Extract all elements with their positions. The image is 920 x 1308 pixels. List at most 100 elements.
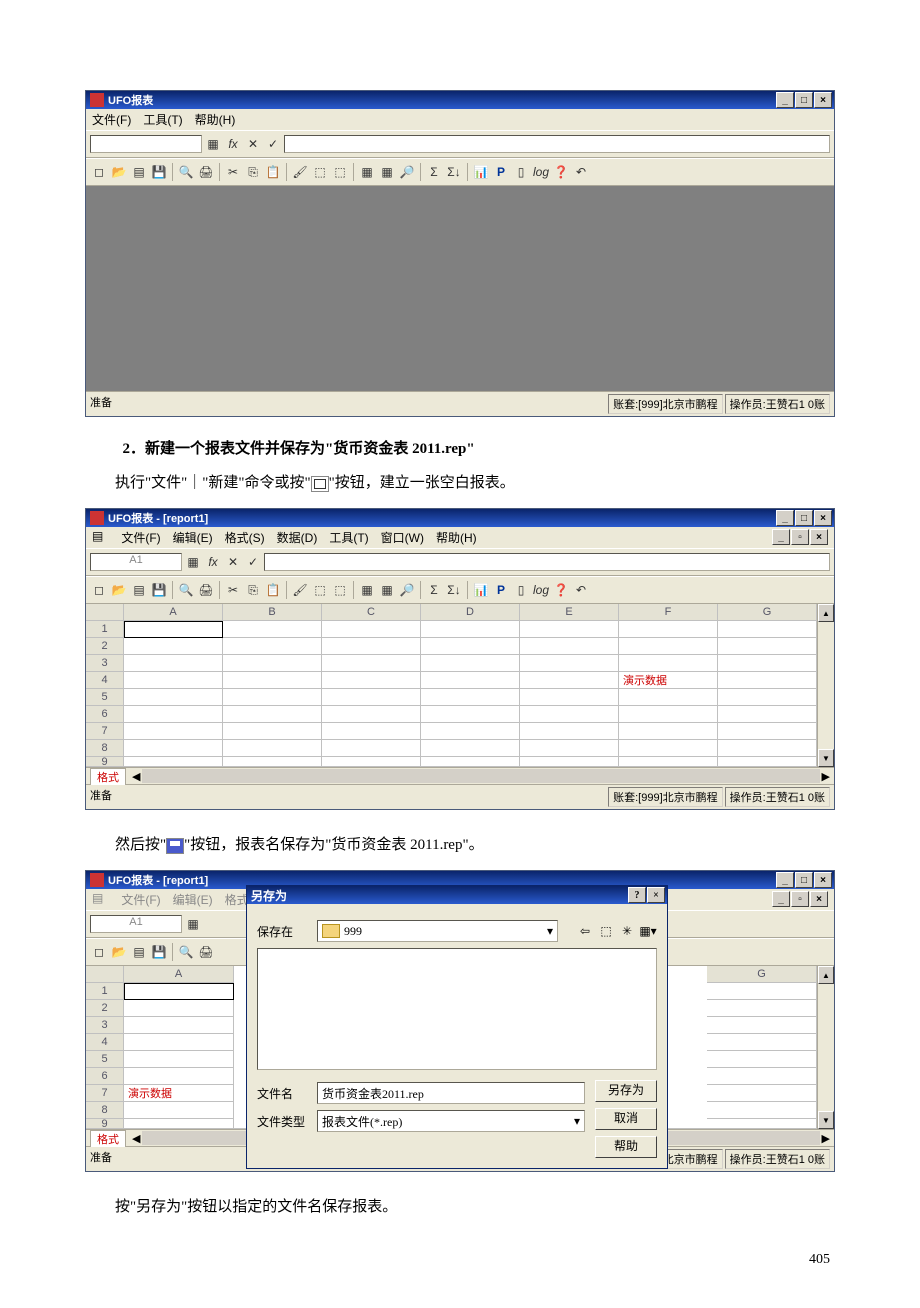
row-header[interactable]: 2 xyxy=(86,1000,124,1017)
cell[interactable] xyxy=(322,706,421,723)
copy-icon[interactable]: ⎘ xyxy=(244,163,262,181)
cell[interactable] xyxy=(520,638,619,655)
cell[interactable] xyxy=(124,723,223,740)
menu-edit[interactable]: 编辑(E) xyxy=(173,529,213,546)
cell[interactable] xyxy=(619,655,718,672)
brush-icon[interactable]: 🖌 xyxy=(291,163,309,181)
menu-help[interactable]: 帮助(H) xyxy=(195,111,236,128)
cut-icon[interactable]: ✂ xyxy=(224,163,242,181)
mdi-minimize-button[interactable]: _ xyxy=(772,891,790,907)
cell[interactable] xyxy=(707,1068,817,1085)
chart-icon[interactable]: 📊 xyxy=(472,163,490,181)
cell[interactable] xyxy=(124,983,234,1000)
cell[interactable] xyxy=(520,706,619,723)
minimize-button[interactable]: _ xyxy=(776,92,794,108)
fx-icon[interactable]: fx xyxy=(224,135,242,153)
cell[interactable] xyxy=(124,621,223,638)
cell[interactable] xyxy=(520,655,619,672)
cell[interactable] xyxy=(322,689,421,706)
mdi-close-button[interactable]: × xyxy=(810,891,828,907)
cell[interactable] xyxy=(124,1017,234,1034)
cell[interactable] xyxy=(707,1119,817,1129)
row-header[interactable]: 9 xyxy=(86,1119,124,1129)
cell[interactable] xyxy=(718,672,817,689)
cell[interactable] xyxy=(223,638,322,655)
col-header[interactable]: D xyxy=(421,604,520,621)
maximize-button[interactable]: □ xyxy=(795,92,813,108)
cell[interactable] xyxy=(421,672,520,689)
cell[interactable] xyxy=(124,672,223,689)
page-icon[interactable]: ▯ xyxy=(512,581,530,599)
cancel-button[interactable]: 取消 xyxy=(595,1108,657,1130)
cell[interactable] xyxy=(421,757,520,767)
sort-icon[interactable]: Σ↓ xyxy=(445,581,463,599)
scroll-right-icon[interactable]: ▶ xyxy=(822,1132,830,1145)
save-icon[interactable]: 💾 xyxy=(150,943,168,961)
file-list[interactable] xyxy=(257,948,657,1070)
menu-file[interactable]: 文件(F) xyxy=(92,111,131,128)
file-type-select[interactable]: 报表文件(*.rep)▾ xyxy=(317,1110,585,1132)
corner-cell[interactable] xyxy=(86,604,124,621)
cell[interactable] xyxy=(619,638,718,655)
cut-icon[interactable]: ✂ xyxy=(224,581,242,599)
cell[interactable] xyxy=(223,723,322,740)
col-header[interactable]: G xyxy=(707,966,817,983)
sort-icon[interactable]: Σ↓ xyxy=(445,163,463,181)
cell[interactable] xyxy=(520,757,619,767)
dialog-help-button[interactable]: 帮助 xyxy=(595,1136,657,1158)
mdi-minimize-button[interactable]: _ xyxy=(772,529,790,545)
cell[interactable] xyxy=(707,1085,817,1102)
row-header[interactable]: 2 xyxy=(86,638,124,655)
cell[interactable] xyxy=(520,621,619,638)
sheet-tab-format[interactable]: 格式 xyxy=(90,1130,126,1147)
chevron-down-icon[interactable]: ▾ xyxy=(574,1114,580,1129)
scrollbar-h[interactable] xyxy=(142,769,819,783)
new-icon[interactable]: ◻ xyxy=(90,943,108,961)
sheet-tab-format[interactable]: 格式 xyxy=(90,768,126,785)
find-icon[interactable]: 🔎 xyxy=(398,581,416,599)
grid-icon[interactable]: ▦ xyxy=(358,163,376,181)
cell[interactable] xyxy=(223,740,322,757)
cell[interactable] xyxy=(619,621,718,638)
mdi-close-button[interactable]: × xyxy=(810,529,828,545)
undo-icon[interactable]: ↶ xyxy=(572,581,590,599)
cell[interactable] xyxy=(223,655,322,672)
cell[interactable] xyxy=(421,706,520,723)
dialog-help-button[interactable]: ? xyxy=(628,887,646,903)
minimize-button[interactable]: _ xyxy=(776,510,794,526)
col-header[interactable]: F xyxy=(619,604,718,621)
row-header[interactable]: 1 xyxy=(86,983,124,1000)
scroll-left-icon[interactable]: ◀ xyxy=(132,1132,140,1145)
back-icon[interactable]: ⇦ xyxy=(576,922,594,940)
cell[interactable] xyxy=(322,655,421,672)
row-header[interactable]: 9 xyxy=(86,757,124,767)
calc-icon[interactable]: ▦ xyxy=(204,135,222,153)
row-header[interactable]: 7 xyxy=(86,1085,124,1102)
cell[interactable] xyxy=(124,689,223,706)
cell[interactable] xyxy=(520,672,619,689)
name-box[interactable]: A1 xyxy=(90,553,182,571)
maximize-button[interactable]: □ xyxy=(795,872,813,888)
confirm-icon[interactable]: ✓ xyxy=(244,553,262,571)
cell[interactable] xyxy=(520,740,619,757)
open-icon[interactable]: 📂 xyxy=(110,163,128,181)
minimize-button[interactable]: _ xyxy=(776,872,794,888)
cell[interactable] xyxy=(619,723,718,740)
row-icon[interactable]: ⬚ xyxy=(331,581,349,599)
cell[interactable] xyxy=(520,723,619,740)
paste-icon[interactable]: 📋 xyxy=(264,581,282,599)
formula-input[interactable] xyxy=(264,553,830,571)
cell[interactable] xyxy=(718,757,817,767)
cell[interactable] xyxy=(707,983,817,1000)
chart-icon[interactable]: 📊 xyxy=(472,581,490,599)
cell[interactable] xyxy=(421,621,520,638)
print-icon[interactable]: 🖨 xyxy=(197,943,215,961)
print-icon[interactable]: 🖨 xyxy=(197,163,215,181)
cell[interactable] xyxy=(124,1119,234,1129)
cancel-icon[interactable]: ✕ xyxy=(224,553,242,571)
p-icon[interactable]: P xyxy=(492,581,510,599)
cell[interactable] xyxy=(124,638,223,655)
row-header[interactable]: 8 xyxy=(86,740,124,757)
row-header[interactable]: 4 xyxy=(86,672,124,689)
cell[interactable] xyxy=(718,621,817,638)
